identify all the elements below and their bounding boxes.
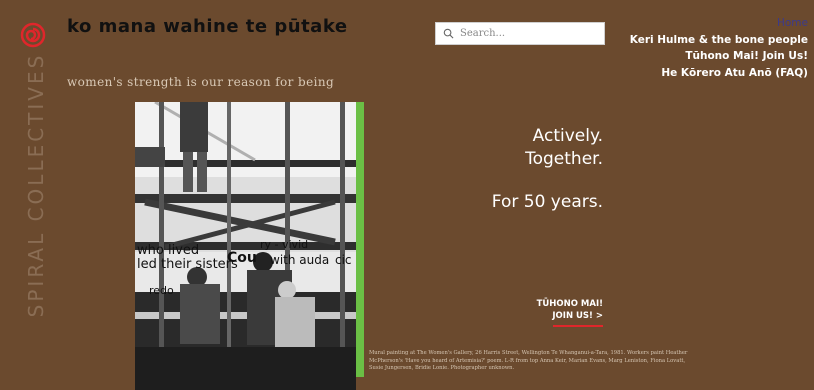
search-icon [443,28,454,39]
nav-item-keri-hulme[interactable]: Keri Hulme & the bone people [630,32,808,49]
cta-underline [553,325,603,327]
search-input[interactable] [460,28,600,39]
mural-scaffold-image: who lived led their sisters Cou ry - viv… [135,102,356,390]
nav-item-home[interactable]: Home [630,15,808,32]
tagline: women's strength is our reason for being [67,75,335,89]
site-title[interactable]: ko mana wahine te pūtake [67,16,348,37]
cta-line-2: JOIN US! > [552,311,603,321]
mural-text: Cou [227,250,257,266]
mural-text: with auda [270,253,329,267]
mural-text: redo [149,284,174,297]
mural-text: who lived [137,243,199,258]
hero-headline: Actively. Together. For 50 years. [492,125,603,214]
mural-text: ry - vivid [260,238,308,251]
vertical-brand-name: SPIRAL COLLECTIVES [24,52,48,318]
join-us-link[interactable]: TŪHONO MAI! JOIN US! > [537,298,603,322]
mural-text: cic [335,253,352,267]
accent-bar [356,102,364,377]
photo-caption: Mural painting at The Women's Gallery, 2… [369,350,688,372]
search-box[interactable] [435,22,605,45]
main-nav: Home Keri Hulme & the bone people Tūhono… [630,15,808,81]
nav-item-faq[interactable]: He Kōrero Atu Anō (FAQ) [630,65,808,82]
cta-line-1: TŪHONO MAI! [536,299,603,309]
nav-item-join-us[interactable]: Tūhono Mai! Join Us! [630,48,808,65]
hero-line-1: Actively. [532,126,603,146]
spiral-icon[interactable] [20,22,46,48]
hero-line-3: For 50 years. [491,192,603,212]
hero-line-2: Together. [525,149,603,169]
mural-text: led their sisters [137,257,238,272]
mural-photo: who lived led their sisters Cou ry - viv… [135,102,356,390]
